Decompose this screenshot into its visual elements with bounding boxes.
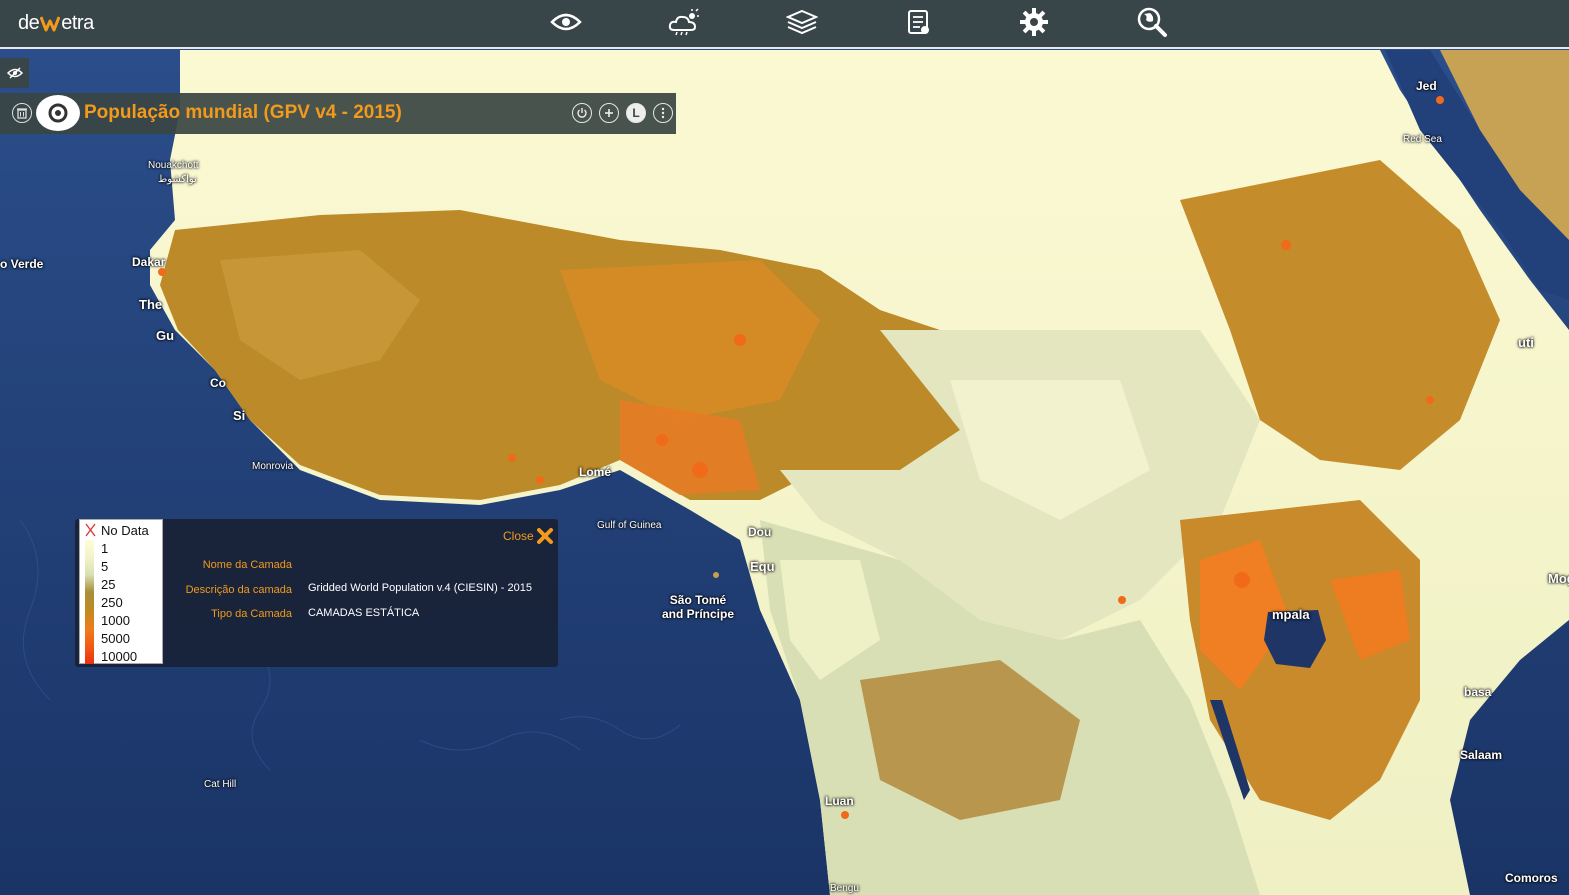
trash-icon[interactable]: [12, 103, 32, 123]
label-benguela: Bengu: [830, 883, 859, 894]
label-red-sea: Red Sea: [1403, 134, 1442, 145]
globe-search-icon[interactable]: [1134, 6, 1170, 38]
zoom-plus-icon[interactable]: [599, 103, 619, 123]
info-key-layer-name: Nome da Camada: [202, 559, 292, 571]
label-djibouti: uti: [1518, 335, 1534, 350]
legend-item: No Data: [101, 523, 149, 538]
label-the-gambia: The: [139, 297, 163, 312]
legend-item: 5000: [101, 631, 130, 646]
color-ramp: [85, 540, 94, 664]
logo-text-left: de: [18, 11, 40, 34]
label-conakry: Co: [210, 376, 226, 390]
close-button[interactable]: Close: [503, 527, 554, 545]
label-sao-tome-line2: and Príncipe: [661, 607, 735, 621]
label-guinea: Gu: [156, 328, 175, 343]
label-cabo-verde: o Verde: [0, 257, 44, 271]
legend-item: 1000: [101, 613, 130, 628]
label-jeddah: Jed: [1416, 79, 1437, 93]
label-douala: Dou: [748, 525, 772, 539]
eye-slash-icon: [6, 67, 23, 79]
more-options-icon[interactable]: [653, 103, 673, 123]
legend-button[interactable]: L: [626, 103, 646, 123]
scroll-icon[interactable]: [900, 6, 936, 38]
legend-box: No Data 1 5 25 250 1000 5000 10000: [79, 519, 163, 664]
close-icon: [536, 528, 553, 544]
legend-item: 5: [101, 559, 109, 574]
top-toolbar: de etra: [0, 0, 1569, 49]
label-sierra: Si: [233, 408, 246, 423]
label-gulf-of-guinea: Gulf of Guinea: [597, 520, 662, 531]
label-sao-tome-line1: São Tomé: [669, 593, 727, 607]
legend-item: 1: [101, 541, 109, 556]
close-label: Close: [503, 529, 534, 543]
label-monrovia: Monrovia: [252, 461, 294, 472]
info-value-layer-type: CAMADAS ESTÁTICA: [308, 607, 420, 619]
population-map: [0, 0, 1569, 895]
layer-visibility-eye-icon[interactable]: [36, 95, 80, 131]
layers-icon[interactable]: [784, 6, 820, 38]
logo-w-icon: [39, 13, 61, 33]
power-icon[interactable]: [572, 103, 592, 123]
label-cat-hill: Cat Hill: [204, 779, 237, 790]
label-dakar: Dakar: [132, 255, 166, 269]
label-kampala: mpala: [1272, 607, 1310, 622]
sidebar-toggle-button[interactable]: [0, 58, 29, 88]
layer-info-popup: No Data 1 5 25 250 1000 5000 10000 Close…: [75, 519, 558, 667]
label-nouakchott-ar: نواكشوط: [158, 174, 197, 185]
info-key-layer-description: Descrição da camada: [185, 584, 292, 596]
layer-title: População mundial (GPV v4 - 2015): [84, 102, 402, 123]
dewetra-logo[interactable]: de etra: [18, 11, 94, 35]
info-value-layer-description: Gridded World Population v.4 (CIESIN) - …: [308, 582, 532, 594]
weather-cloud-icon[interactable]: [666, 6, 702, 38]
label-lome: Lomé: [579, 465, 612, 479]
label-comoros: Comoros: [1505, 871, 1558, 885]
map-canvas[interactable]: o Verde Nouakchott نواكشوط Dakar The Gu …: [0, 0, 1569, 895]
no-data-x-icon: [85, 523, 96, 537]
info-key-layer-type: Tipo da Camada: [211, 608, 292, 620]
legend-item: 10000: [101, 649, 138, 664]
label-mogadishu: Mog: [1548, 571, 1569, 586]
label-dar-es-salaam: Salaam: [1460, 748, 1503, 762]
eye-icon[interactable]: [548, 6, 584, 38]
label-sao-tome: São Tomé and Príncipe: [658, 593, 738, 621]
gear-icon[interactable]: [1016, 6, 1052, 38]
label-luanda: Luan: [825, 794, 854, 808]
label-equatorial: Equ: [750, 559, 775, 574]
logo-text-right: etra: [61, 11, 94, 34]
label-mombasa: basa: [1464, 685, 1492, 699]
active-layer-bar: População mundial (GPV v4 - 2015) L: [0, 93, 676, 134]
legend-item: 25: [101, 577, 116, 592]
label-nouakchott: Nouakchott: [148, 160, 199, 171]
legend-item: 250: [101, 595, 123, 610]
